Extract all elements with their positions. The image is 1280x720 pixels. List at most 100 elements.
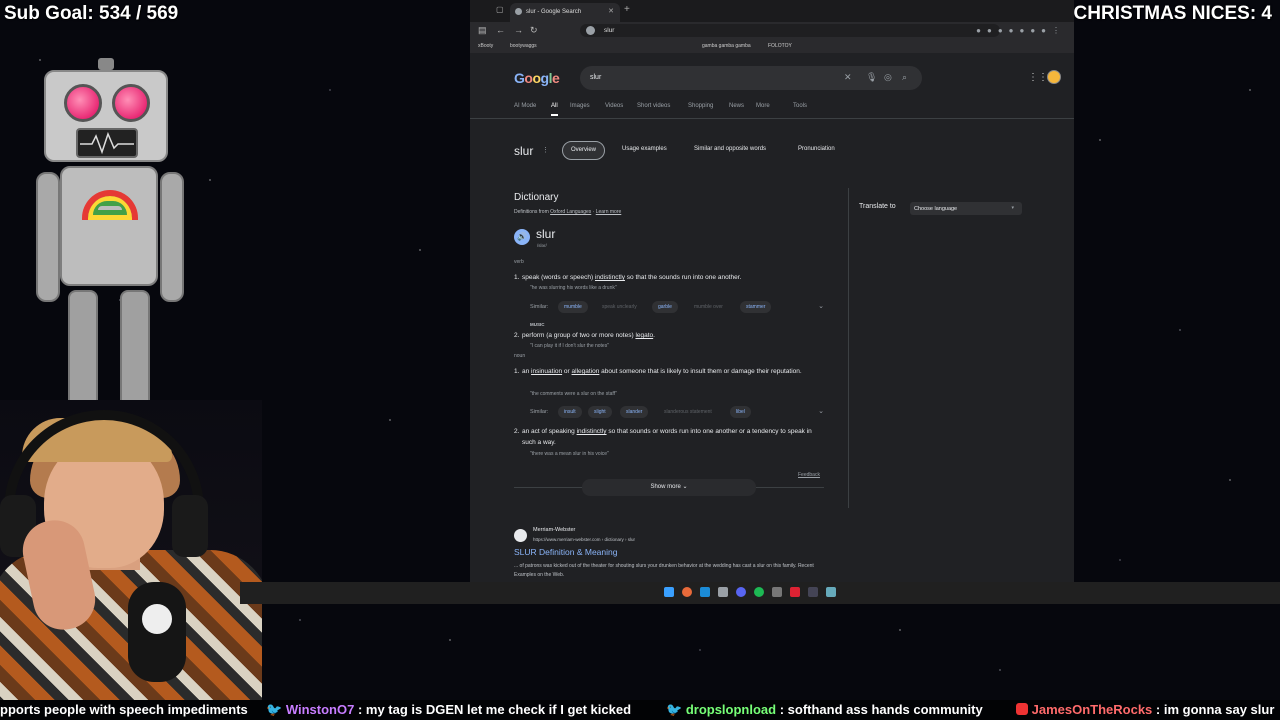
address-bar[interactable]: slur	[580, 24, 1000, 37]
windows-start-icon[interactable]	[664, 587, 674, 597]
definition-link[interactable]: indistinctly	[595, 274, 625, 281]
robot-mascot	[30, 58, 200, 422]
similar-word-chip[interactable]: garble	[652, 301, 678, 313]
bookmark-item[interactable]: xBooty	[478, 43, 493, 49]
search-icon[interactable]: ⌕	[902, 72, 907, 83]
show-more-label: Show more	[650, 484, 681, 490]
tab-all[interactable]: All	[551, 103, 558, 116]
app-taskbar-icon[interactable]	[772, 587, 782, 597]
browser-tab[interactable]: slur - Google Search ✕	[510, 3, 620, 22]
chat-message: : im gonna say slur	[1155, 702, 1275, 717]
google-logo[interactable]: Google	[514, 70, 560, 86]
robot-mouth	[76, 128, 138, 158]
result-snippet: ... of patrons was kicked out of the the…	[514, 563, 814, 578]
robot-head	[44, 70, 168, 162]
source-link[interactable]: Oxford Languages	[550, 209, 591, 215]
app-taskbar-icon[interactable]	[808, 587, 818, 597]
reload-icon[interactable]: ↻	[530, 25, 538, 36]
robot-eye-left	[64, 84, 102, 122]
definition-item: 1. speak (words or speech) indistinctly …	[514, 272, 822, 283]
similar-word-chip[interactable]: insult	[558, 406, 582, 418]
result-title-link[interactable]: SLUR Definition & Meaning	[514, 547, 617, 557]
definition-text: about someone that is likely to insult t…	[599, 368, 802, 375]
site-info-icon[interactable]	[586, 26, 595, 35]
part-of-speech: verb	[514, 259, 524, 265]
tab-tools[interactable]: Tools	[793, 103, 807, 109]
chip-similar-opposite[interactable]: Similar and opposite words	[686, 141, 774, 160]
tab-news[interactable]: News	[729, 103, 744, 109]
apps-grid-icon[interactable]: ⋮⋮	[1028, 72, 1048, 83]
definition-link[interactable]: legato	[635, 332, 653, 339]
similar-word-chip[interactable]: stammer	[740, 301, 772, 313]
definition-link[interactable]: insinuation	[531, 368, 562, 375]
show-more-button[interactable]: Show more ⌄	[582, 479, 756, 496]
chat-message: : softhand ass hands community	[779, 702, 983, 717]
similar-words-row: Similar: insult slight slander slanderou…	[530, 406, 824, 419]
more-options-icon[interactable]: ⋮	[542, 146, 549, 154]
microphone-icon[interactable]: 🎙	[866, 72, 877, 83]
heartbeat-icon	[80, 131, 134, 155]
avatar[interactable]	[1047, 70, 1061, 84]
chip-overview[interactable]: Overview	[562, 141, 606, 160]
bookmark-item[interactable]: FOLOTOY	[768, 43, 792, 49]
language-select[interactable]: Choose language ▾	[910, 202, 1022, 215]
example-text: "there was a mean slur in his voice"	[530, 451, 609, 457]
app-taskbar-icon[interactable]	[826, 587, 836, 597]
forward-icon[interactable]: →	[514, 25, 523, 35]
robot-arm-right	[160, 172, 184, 302]
similar-word-chip[interactable]: slander	[620, 406, 649, 418]
tab-images[interactable]: Images	[570, 103, 590, 109]
chip-usage-examples[interactable]: Usage examples	[614, 141, 675, 160]
app-taskbar-icon[interactable]	[790, 587, 800, 597]
learn-more-link[interactable]: Learn more	[596, 209, 622, 215]
speaker-icon[interactable]: 🔊	[514, 229, 530, 245]
similar-word-chip[interactable]: mumble over	[688, 301, 729, 313]
similar-word-chip[interactable]: slight	[588, 406, 612, 418]
definition-number: 2.	[514, 428, 520, 435]
tab-menu-icon[interactable]: ▢	[496, 5, 504, 14]
spotify-icon[interactable]	[754, 587, 764, 597]
tab-ai-mode[interactable]: AI Mode	[514, 103, 536, 109]
word-title: slur	[514, 144, 534, 158]
definition-text: speak (words or speech)	[522, 274, 595, 281]
back-icon[interactable]: ←	[496, 25, 505, 35]
browser-toolbar: ▤ ← → ↻ slur ●●●●●●●⋮	[470, 22, 1074, 39]
extension-icons[interactable]: ●●●●●●●⋮	[976, 26, 1066, 35]
webcam-feed	[0, 400, 262, 700]
similar-word-chip[interactable]: libel	[730, 406, 751, 418]
discord-icon[interactable]	[736, 587, 746, 597]
definition-link[interactable]: allegation	[572, 368, 600, 375]
example-text: "he was slurring his words like a drunk"	[530, 285, 617, 291]
new-tab-icon[interactable]: +	[624, 4, 630, 15]
headword: slur	[536, 227, 556, 241]
chip-pronunciation[interactable]: Pronunciation	[790, 141, 843, 160]
sub-goal-counter: Sub Goal: 534 / 569	[4, 3, 179, 24]
definition-link[interactable]: indistinctly	[577, 428, 607, 435]
tab-short-videos[interactable]: Short videos	[637, 103, 670, 109]
chevron-down-icon[interactable]: ⌄	[818, 407, 824, 415]
bookmark-item[interactable]: gamba gamba gamba	[702, 43, 751, 49]
bookmark-item[interactable]: bootywaggs	[510, 43, 537, 49]
definition-item: 2. perform (a group of two or more notes…	[514, 330, 822, 341]
sidebar-toggle-icon[interactable]: ▤	[478, 25, 487, 36]
tab-videos[interactable]: Videos	[605, 103, 623, 109]
lens-icon[interactable]: ◎	[884, 72, 892, 83]
close-tab-icon[interactable]: ✕	[608, 7, 614, 15]
source-prefix: Definitions from	[514, 209, 549, 215]
chevron-down-icon[interactable]: ⌄	[818, 302, 824, 310]
similar-word-chip[interactable]: slanderous statement	[658, 406, 718, 418]
app-taskbar-icon[interactable]	[718, 587, 728, 597]
chat-username: WinstonO7	[285, 702, 355, 717]
result-url[interactable]: https://www.merriam-webster.com › dictio…	[533, 537, 635, 542]
tab-shopping[interactable]: Shopping	[688, 103, 713, 109]
similar-word-chip[interactable]: mumble	[558, 301, 588, 313]
tab-more[interactable]: More	[756, 103, 770, 109]
browser-taskbar-icon[interactable]	[682, 587, 692, 597]
clear-icon[interactable]: ✕	[844, 72, 852, 83]
result-site-name[interactable]: Merriam-Webster	[533, 527, 575, 533]
feedback-link[interactable]: Feedback	[798, 472, 820, 478]
app-taskbar-icon[interactable]	[700, 587, 710, 597]
part-of-speech: noun	[514, 353, 526, 359]
similar-word-chip[interactable]: speak unclearly	[596, 301, 643, 313]
search-input[interactable]: slur ✕ 🎙 ◎ ⌕	[580, 66, 922, 90]
